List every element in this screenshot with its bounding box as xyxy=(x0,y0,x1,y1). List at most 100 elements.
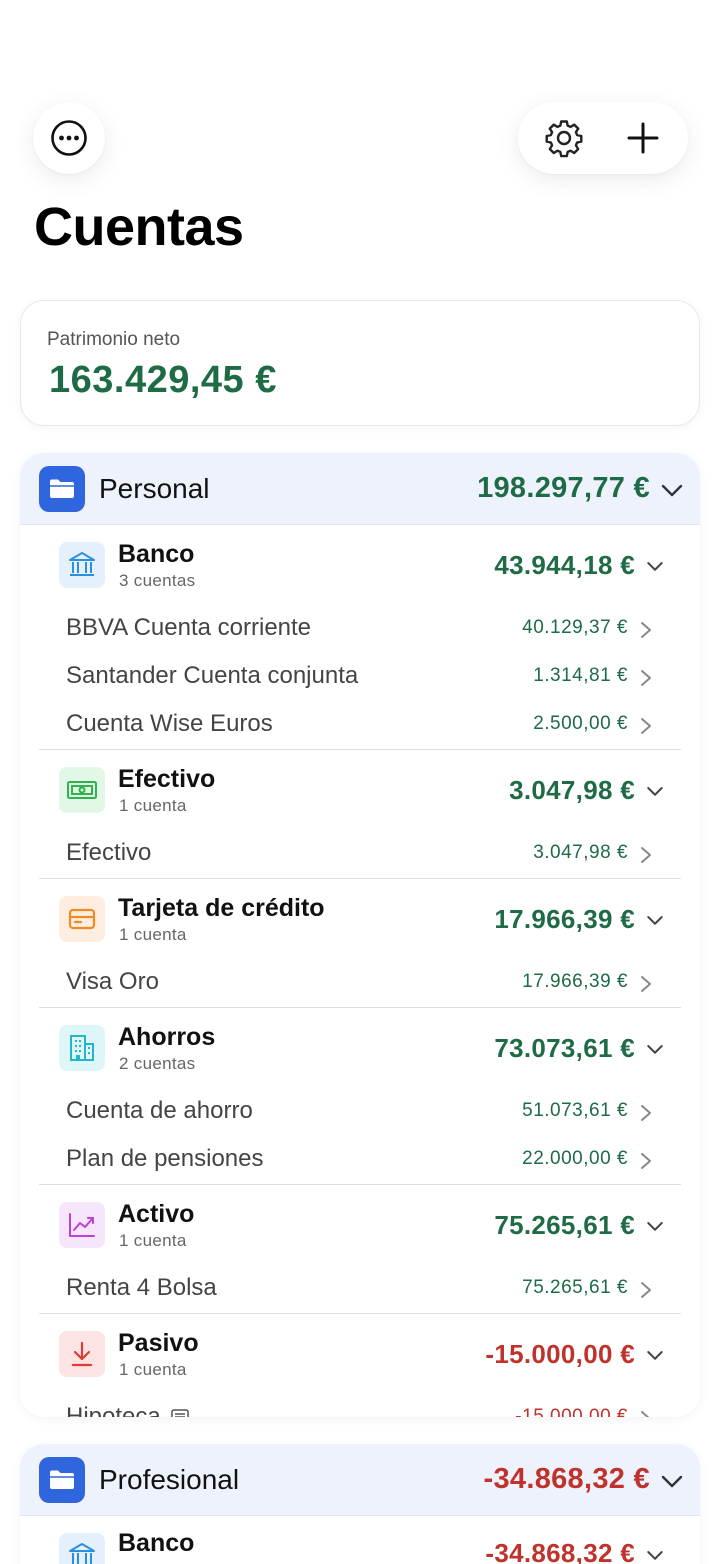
account-row[interactable]: BBVA Cuenta corriente 40.129,37 € xyxy=(39,605,681,653)
folder-icon xyxy=(39,466,85,512)
account-name-text: Santander Cuenta conjunta xyxy=(66,662,359,689)
account-balance: 75.265,61 € xyxy=(522,1277,628,1298)
category-count: 2 cuentas xyxy=(119,1054,196,1073)
category-activo: Activo 1 cuenta 75.265,61 € Renta 4 Bols… xyxy=(39,1184,681,1313)
category-header[interactable]: Tarjeta de crédito 1 cuenta 17.966,39 € xyxy=(39,879,681,959)
net-worth-value: 163.429,45 € xyxy=(49,359,277,401)
chevron-right-icon xyxy=(641,847,651,863)
account-name-text: BBVA Cuenta corriente xyxy=(66,614,312,641)
account-name: BBVA Cuenta corriente xyxy=(66,614,311,642)
bank-icon xyxy=(59,1533,105,1564)
note-icon xyxy=(170,1409,189,1417)
chevron-down-icon xyxy=(661,1475,683,1488)
group-header-personal[interactable]: Personal 198.297,77 € xyxy=(20,453,700,525)
more-button[interactable] xyxy=(33,102,105,174)
gear-icon xyxy=(545,120,582,158)
chart-up-icon xyxy=(59,1202,105,1248)
building-icon xyxy=(59,1025,105,1071)
account-row[interactable]: Hipoteca -15.000,00 € xyxy=(39,1394,681,1417)
group-header-profesional[interactable]: Profesional -34.868,32 € xyxy=(20,1444,700,1516)
account-name-text: Plan de pensiones xyxy=(66,1145,264,1172)
chevron-right-icon xyxy=(641,622,651,638)
account-name: Santander Cuenta conjunta xyxy=(66,662,358,690)
category-header[interactable]: Ahorros 2 cuentas 73.073,61 € xyxy=(39,1008,681,1088)
account-row[interactable]: Renta 4 Bolsa 75.265,61 € xyxy=(39,1265,681,1313)
chevron-down-icon xyxy=(647,916,663,925)
group-name: Personal xyxy=(99,473,210,504)
category-header[interactable]: Efectivo 1 cuenta 3.047,98 € xyxy=(39,750,681,830)
chevron-down-icon xyxy=(647,1351,663,1360)
bank-icon xyxy=(59,542,105,588)
category-name: Activo xyxy=(118,1200,195,1228)
category-total: 17.966,39 € xyxy=(494,904,635,934)
chevron-right-icon xyxy=(641,1153,651,1169)
category-total: -34.868,32 € xyxy=(485,1538,635,1564)
category-name: Efectivo xyxy=(118,765,216,793)
category-count: 1 cuenta xyxy=(119,796,187,815)
account-name-text: Cuenta Wise Euros xyxy=(66,710,273,737)
account-balance: 17.966,39 € xyxy=(522,971,628,992)
account-name-text: Hipoteca xyxy=(66,1403,161,1417)
account-name-text: Efectivo xyxy=(66,839,152,866)
account-group-personal: Personal 198.297,77 € Banco 3 cuentas 43… xyxy=(20,453,700,1417)
header-actions xyxy=(518,102,688,174)
category-banco: Banco 3 cuentas 43.944,18 € BBVA Cuenta … xyxy=(39,525,681,749)
account-balance: 51.073,61 € xyxy=(522,1100,628,1121)
category-name: Pasivo xyxy=(118,1329,199,1357)
account-row[interactable]: Efectivo 3.047,98 € xyxy=(39,830,681,878)
category-count: 1 cuenta xyxy=(119,1231,187,1250)
account-row[interactable]: Plan de pensiones 22.000,00 € xyxy=(39,1136,681,1184)
arrow-down-icon xyxy=(59,1331,105,1377)
category-header[interactable]: Pasivo 1 cuenta -15.000,00 € xyxy=(39,1314,681,1394)
category-header[interactable]: Activo 1 cuenta 75.265,61 € xyxy=(39,1185,681,1265)
account-name-text: Cuenta de ahorro xyxy=(66,1097,253,1124)
chevron-down-icon xyxy=(647,1551,663,1560)
account-row[interactable]: Cuenta Wise Euros 2.500,00 € xyxy=(39,701,681,749)
category-tarjeta-de-credito: Tarjeta de crédito 1 cuenta 17.966,39 € … xyxy=(39,878,681,1007)
settings-button[interactable] xyxy=(528,102,600,174)
group-total: 198.297,77 € xyxy=(477,472,650,504)
account-row[interactable]: Santander Cuenta conjunta 1.314,81 € xyxy=(39,653,681,701)
category-total: 43.944,18 € xyxy=(494,550,635,580)
category-banco: Banco -34.868,32 € xyxy=(39,1516,681,1564)
category-ahorros: Ahorros 2 cuentas 73.073,61 € Cuenta de … xyxy=(39,1007,681,1184)
category-efectivo: Efectivo 1 cuenta 3.047,98 € Efectivo 3.… xyxy=(39,749,681,878)
category-header[interactable]: Banco -34.868,32 € xyxy=(39,1516,681,1564)
credit-card-icon xyxy=(59,896,105,942)
account-balance: -15.000,00 € xyxy=(515,1406,628,1417)
add-button[interactable] xyxy=(607,102,679,174)
account-name: Cuenta Wise Euros xyxy=(66,710,273,738)
chevron-right-icon xyxy=(641,718,651,734)
account-name: Hipoteca xyxy=(66,1403,189,1417)
group-name: Profesional xyxy=(99,1464,240,1495)
chevron-down-icon xyxy=(647,1222,663,1231)
category-count: 1 cuenta xyxy=(119,925,187,944)
chevron-right-icon xyxy=(641,976,651,992)
account-group-profesional: Profesional -34.868,32 € Banco -34.868,3… xyxy=(20,1444,700,1564)
ellipsis-circle-icon xyxy=(51,120,87,156)
account-balance: 3.047,98 € xyxy=(533,842,628,863)
folder-icon xyxy=(39,1457,85,1503)
chevron-right-icon xyxy=(641,1105,651,1121)
category-total: 73.073,61 € xyxy=(494,1033,635,1063)
account-row[interactable]: Visa Oro 17.966,39 € xyxy=(39,959,681,1007)
net-worth-card: Patrimonio neto 163.429,45 € xyxy=(20,300,700,426)
category-header[interactable]: Banco 3 cuentas 43.944,18 € xyxy=(39,525,681,605)
category-total: 75.265,61 € xyxy=(494,1210,635,1240)
category-count: 3 cuentas xyxy=(119,571,196,590)
category-count: 1 cuenta xyxy=(119,1360,187,1379)
account-balance: 2.500,00 € xyxy=(533,713,628,734)
account-name: Efectivo xyxy=(66,839,151,867)
category-name: Tarjeta de crédito xyxy=(118,894,325,922)
account-name: Visa Oro xyxy=(66,968,159,996)
net-worth-label: Patrimonio neto xyxy=(47,329,181,350)
chevron-right-icon xyxy=(641,1411,650,1417)
account-balance: 40.129,37 € xyxy=(522,617,628,638)
chevron-right-icon xyxy=(641,670,651,686)
account-row[interactable]: Cuenta de ahorro 51.073,61 € xyxy=(39,1088,681,1136)
account-name: Plan de pensiones xyxy=(66,1145,263,1173)
account-name-text: Renta 4 Bolsa xyxy=(66,1274,217,1301)
category-pasivo: Pasivo 1 cuenta -15.000,00 € Hipoteca -1… xyxy=(39,1313,681,1417)
plus-icon xyxy=(627,122,658,154)
category-name: Banco xyxy=(118,540,195,568)
